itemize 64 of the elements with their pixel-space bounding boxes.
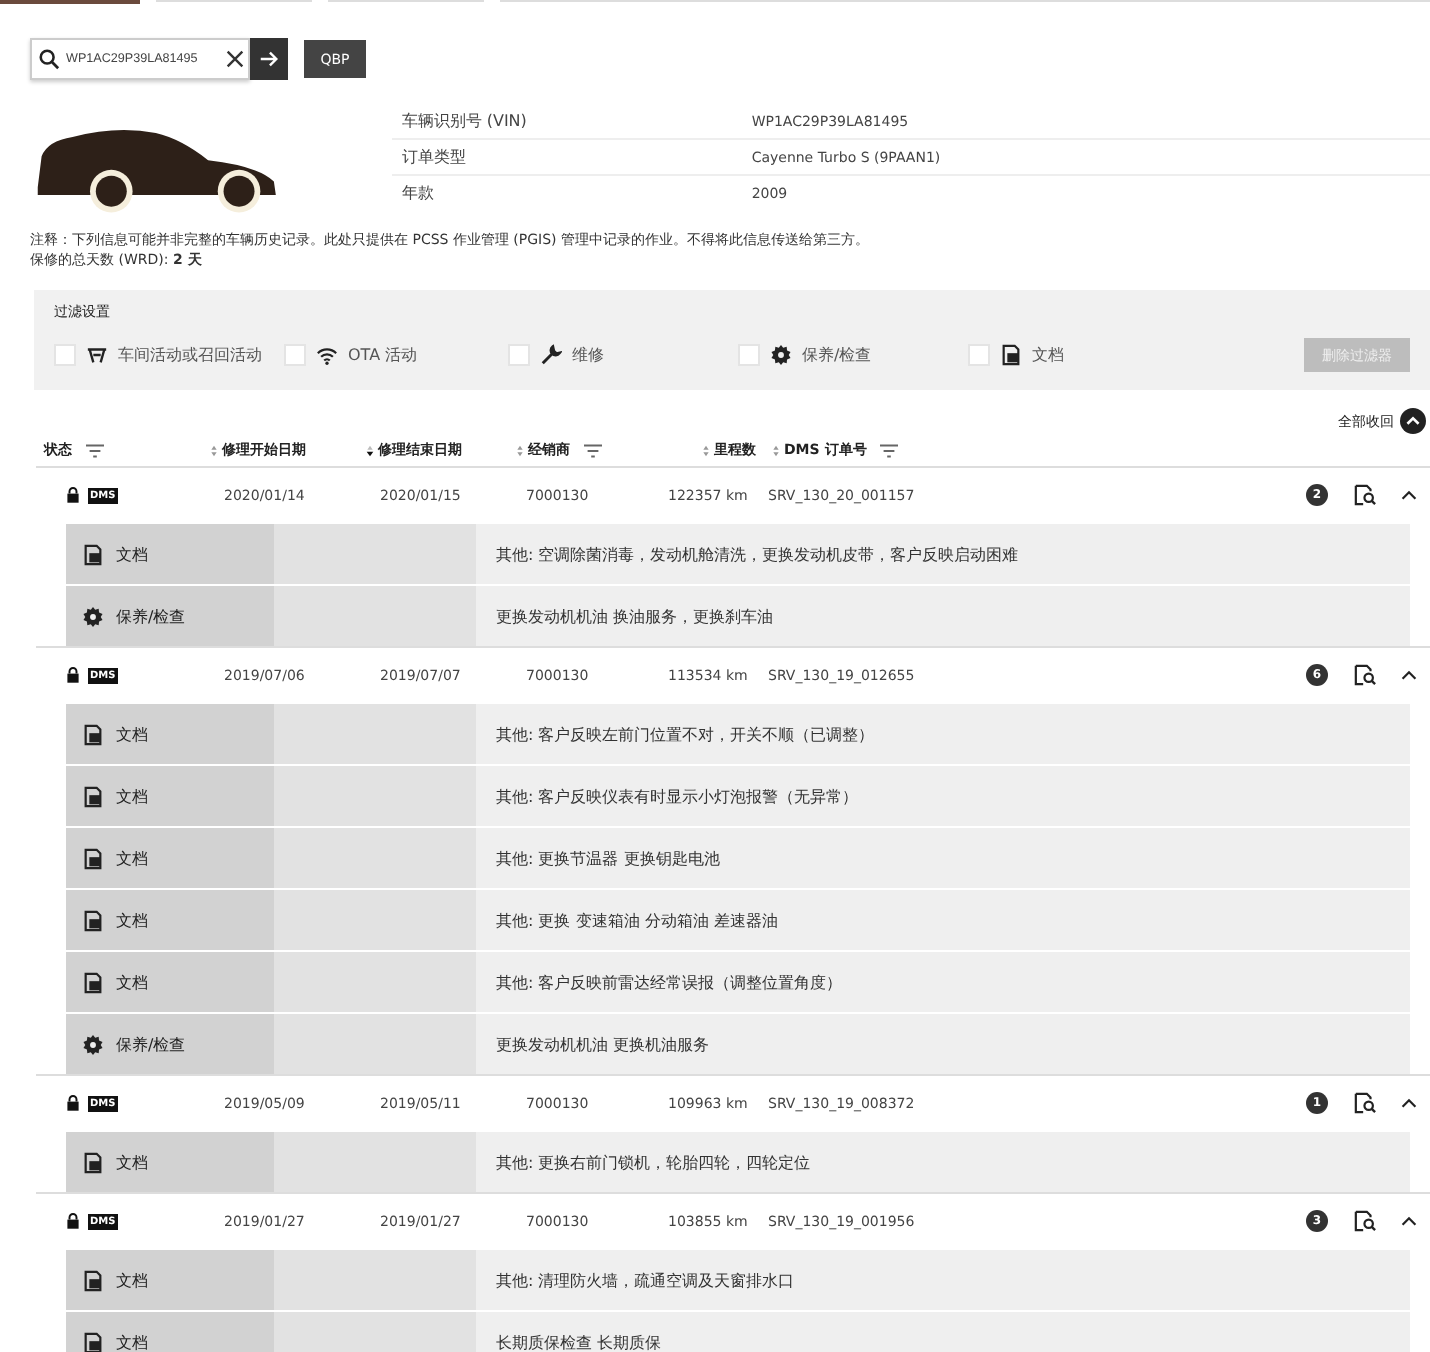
entry-type: 文档 (116, 543, 148, 565)
description-cell: 其他: 客户反映仪表有时显示小灯泡报警（无异常） (476, 766, 1410, 826)
checkbox[interactable] (738, 344, 760, 366)
wifi-icon (316, 344, 338, 366)
entry-type: 文档 (116, 1269, 148, 1291)
entry-type: 文档 (116, 909, 148, 931)
document-icon (1000, 344, 1022, 366)
wrench-icon (540, 344, 562, 366)
document-search-icon[interactable] (1353, 664, 1375, 686)
checkbox[interactable] (508, 344, 530, 366)
description-cell: 更换发动机机油 更换机油服务 (476, 1014, 1410, 1074)
tools-icon (86, 344, 108, 366)
entry-type: 保养/检查 (116, 605, 186, 627)
filter-label: 文档 (1032, 344, 1064, 366)
field-label: 年款 (399, 182, 436, 204)
field-label: 订单类型 (399, 146, 468, 168)
entry-type: 文档 (116, 847, 148, 869)
gear-icon (770, 344, 792, 366)
document-icon (82, 971, 104, 993)
document-search-icon[interactable] (1353, 1210, 1375, 1232)
description-cell: 其他: 更换右前门锁机，轮胎四轮，四轮定位 (476, 1132, 1410, 1192)
entry-type: 文档 (116, 1331, 148, 1352)
submit-button[interactable] (250, 38, 288, 80)
checkbox[interactable] (284, 344, 306, 366)
document-icon (82, 1331, 104, 1352)
entry-type: 文档 (116, 723, 148, 745)
checkbox[interactable] (54, 344, 76, 366)
field-label: 车辆识别号 (VIN) (399, 110, 529, 132)
filter-label: 车间活动或召回活动 (118, 344, 262, 366)
arrow-icon (258, 48, 280, 70)
collapse-icon[interactable] (1400, 408, 1426, 434)
entry-type: 保养/检查 (116, 1033, 186, 1055)
document-icon (82, 543, 104, 565)
filter-icon[interactable] (582, 441, 604, 459)
document-search-icon[interactable] (1353, 484, 1375, 506)
description-cell: 其他: 客户反映左前门位置不对，开关不顺（已调整） (476, 704, 1410, 764)
document-icon (82, 1151, 104, 1173)
document-icon (82, 909, 104, 931)
description-cell: 长期质保检查 长期质保 (476, 1312, 1410, 1352)
filter-label: OTA 活动 (348, 344, 418, 366)
description-cell: 其他: 更换节温器 更换钥匙电池 (476, 828, 1410, 888)
document-icon (82, 723, 104, 745)
filter-label: 保养/检查 (802, 344, 872, 366)
entry-type: 文档 (116, 1151, 148, 1173)
description-cell: 其他: 更换 变速箱油 分动箱油 差速器油 (476, 890, 1410, 950)
document-icon (82, 1269, 104, 1291)
description-cell: 其他: 清理防火墙，疏通空调及天窗排水口 (476, 1250, 1410, 1310)
gear-icon (82, 1033, 104, 1055)
checkbox[interactable] (968, 344, 990, 366)
document-icon (82, 785, 104, 807)
description-cell: 更换发动机机油 换油服务，更换刹车油 (476, 586, 1410, 646)
clear-icon[interactable] (224, 48, 246, 70)
document-icon (82, 847, 104, 869)
filter-icon[interactable] (84, 441, 106, 459)
entry-type: 文档 (116, 971, 148, 993)
document-search-icon[interactable] (1353, 1092, 1375, 1114)
description-cell: 其他: 客户反映前雷达经常误报（调整位置角度） (476, 952, 1410, 1012)
search-icon (38, 48, 60, 70)
filter-label: 维修 (572, 344, 604, 366)
description-cell: 其他: 空调除菌消毒，发动机舱清洗，更换发动机皮带，客户反映启动困难 (476, 524, 1410, 584)
entry-type: 文档 (116, 785, 148, 807)
sort-icon[interactable] (366, 443, 374, 457)
gear-icon (82, 605, 104, 627)
filter-icon[interactable] (878, 441, 901, 459)
